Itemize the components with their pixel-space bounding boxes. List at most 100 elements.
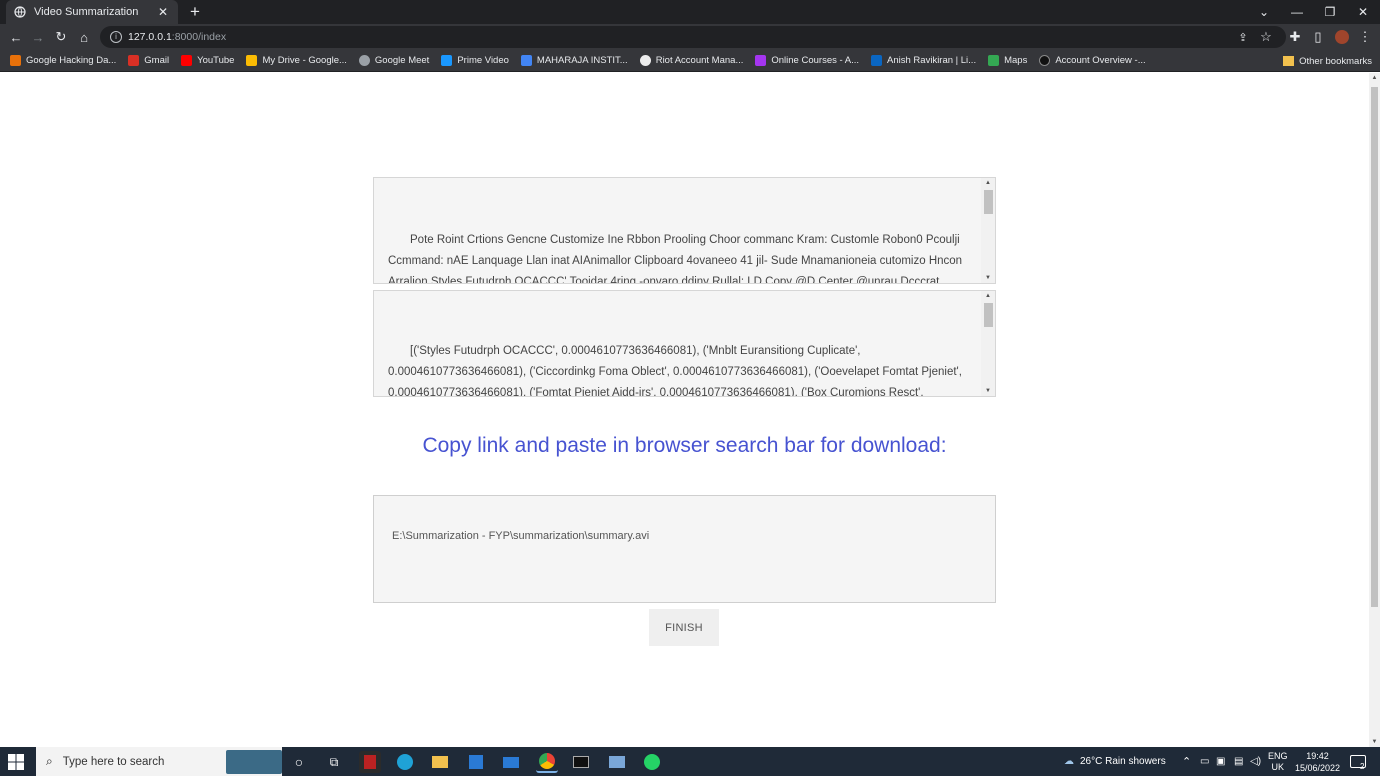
side-panel-icon[interactable]: ▯ (1308, 27, 1328, 47)
bookmark-star-icon[interactable]: ☆ (1256, 27, 1276, 47)
close-tab-icon[interactable]: ✕ (156, 5, 170, 19)
notification-count: 2 (1360, 762, 1365, 771)
bookmark-item[interactable]: My Drive - Google... (246, 55, 347, 66)
gmail-icon (128, 55, 140, 66)
notifications-icon[interactable]: 2 (1350, 747, 1370, 776)
avatar[interactable] (1332, 27, 1352, 47)
page-scrollbar[interactable]: ▲ ▼ (1369, 73, 1380, 747)
extensions-icon[interactable]: ✚ (1285, 27, 1305, 47)
taskbar: ⌕ Type here to search ○ ⧉ ☁ 26°C Rain sh… (0, 747, 1380, 776)
cortana-icon[interactable]: ○ (288, 751, 310, 773)
globe-icon (358, 55, 370, 66)
minimize-button[interactable]: — (1281, 0, 1313, 24)
maps-icon (988, 55, 1000, 66)
url-path: :8000/index (171, 31, 227, 43)
transcript-textarea[interactable]: Pote Roint Crtions Gencne Customize Ine … (373, 177, 996, 284)
language-indicator[interactable]: ENG UK (1268, 747, 1288, 776)
scroll-thumb[interactable] (984, 190, 993, 214)
share-icon[interactable]: ⇪ (1233, 27, 1253, 47)
mail-icon[interactable] (500, 751, 522, 773)
network-icon[interactable]: ▤ (1234, 747, 1243, 776)
youtube-icon (181, 55, 193, 66)
folder-icon (1283, 56, 1295, 66)
scroll-up-icon[interactable]: ▲ (1369, 73, 1380, 83)
weather-text: 26°C Rain showers (1080, 756, 1166, 767)
drive-icon (246, 55, 258, 66)
globe-icon (14, 6, 26, 18)
scroll-down-icon[interactable]: ▼ (981, 273, 995, 283)
new-tab-button[interactable]: + (186, 3, 204, 21)
keywords-text: [('Styles Futudrph OCACCC', 0.0004610773… (388, 345, 962, 396)
whatsapp-icon[interactable] (641, 751, 663, 773)
transcript-text: Pote Roint Crtions Gencne Customize Ine … (388, 234, 963, 283)
volume-icon[interactable]: ◁) (1250, 747, 1261, 776)
tab-search-icon[interactable]: ⌄ (1248, 0, 1280, 24)
other-bookmarks[interactable]: Other bookmarks (1283, 50, 1372, 72)
chevron-up-icon[interactable]: ⌃ (1182, 747, 1191, 776)
home-icon[interactable]: ⌂ (74, 27, 94, 47)
bookmark-item[interactable]: Riot Account Mana... (639, 55, 743, 66)
bookmark-item[interactable]: Google Hacking Da... (10, 55, 116, 66)
edge-icon[interactable] (394, 751, 416, 773)
store-icon[interactable] (465, 751, 487, 773)
scroll-down-icon[interactable]: ▼ (1369, 737, 1380, 747)
site-info-icon[interactable]: i (110, 31, 122, 43)
chrome-icon[interactable] (536, 751, 558, 773)
weather-widget[interactable]: ☁ 26°C Rain showers (1064, 747, 1166, 776)
windows-start-icon[interactable] (8, 754, 24, 770)
bookmark-item[interactable]: Account Overview -... (1039, 55, 1146, 66)
clock-date: 15/06/2022 (1294, 763, 1340, 773)
file-explorer-icon[interactable] (429, 751, 451, 773)
bookmark-item[interactable]: Anish Ravikiran | Li... (871, 55, 976, 66)
account-icon (1039, 55, 1051, 66)
browser-toolbar: ← → ↻ ⌂ i 127.0.0.1:8000/index ⇪ ☆ ✚ ▯ ⋮ (0, 24, 1380, 50)
terminal-icon[interactable] (570, 751, 592, 773)
battery-icon[interactable]: ▭ (1200, 747, 1209, 776)
riot-icon (639, 55, 651, 66)
scroll-down-icon[interactable]: ▼ (981, 386, 995, 396)
cloud-rain-icon: ☁ (1064, 756, 1074, 767)
keywords-textarea[interactable]: [('Styles Futudrph OCACCC', 0.0004610773… (373, 290, 996, 397)
app-icon[interactable] (359, 751, 381, 773)
close-window-button[interactable]: ✕ (1347, 0, 1379, 24)
restore-button[interactable]: ❐ (1314, 0, 1346, 24)
address-bar[interactable]: i 127.0.0.1:8000/index (100, 26, 1286, 48)
reload-icon[interactable]: ↻ (51, 27, 71, 47)
download-heading: Copy link and paste in browser search ba… (422, 434, 947, 457)
search-highlight-image (226, 750, 282, 774)
search-placeholder: Type here to search (62, 755, 165, 768)
menu-icon[interactable]: ⋮ (1355, 27, 1375, 47)
scroll-thumb[interactable] (1371, 87, 1378, 607)
bookmarks-bar: Google Hacking Da... Gmail YouTube My Dr… (0, 50, 1380, 72)
download-link-field[interactable]: E:\Summarization - FYP\summarization\sum… (373, 495, 996, 603)
bookmark-item[interactable]: Online Courses - A... (755, 55, 859, 66)
linkedin-icon (871, 55, 883, 66)
finish-button[interactable]: FINISH (649, 609, 719, 646)
bookmark-item[interactable]: Gmail (128, 55, 169, 66)
scroll-up-icon[interactable]: ▲ (981, 178, 995, 188)
college-icon (520, 55, 532, 66)
taskbar-clock[interactable]: 19:42 15/06/2022 (1295, 750, 1340, 774)
bookmark-item[interactable]: MAHARAJA INSTIT... (520, 55, 628, 66)
udemy-icon (755, 55, 767, 66)
keywords-scrollbar[interactable]: ▲ ▼ (981, 291, 995, 396)
browser-tab[interactable]: Video Summarization ✕ (6, 0, 178, 24)
remote-desktop-icon[interactable] (606, 751, 628, 773)
prime-video-icon (441, 55, 453, 66)
clock-time: 19:42 (1306, 751, 1329, 761)
search-icon: ⌕ (46, 754, 53, 768)
bookmark-item[interactable]: Google Meet (358, 55, 429, 66)
bookmark-item[interactable]: Maps (988, 55, 1027, 66)
scroll-up-icon[interactable]: ▲ (981, 291, 995, 301)
drive-tray-icon[interactable]: ▣ (1216, 747, 1225, 776)
back-icon[interactable]: ← (6, 27, 26, 47)
task-view-icon[interactable]: ⧉ (323, 751, 345, 773)
download-path: E:\Summarization - FYP\summarization\sum… (392, 530, 650, 542)
scroll-thumb[interactable] (984, 303, 993, 327)
taskbar-search[interactable]: ⌕ Type here to search (36, 747, 282, 776)
transcript-scrollbar[interactable]: ▲ ▼ (981, 178, 995, 283)
url-host: 127.0.0.1 (128, 31, 172, 43)
forward-icon[interactable]: → (28, 27, 48, 47)
bookmark-item[interactable]: YouTube (181, 55, 234, 66)
bookmark-item[interactable]: Prime Video (441, 55, 509, 66)
